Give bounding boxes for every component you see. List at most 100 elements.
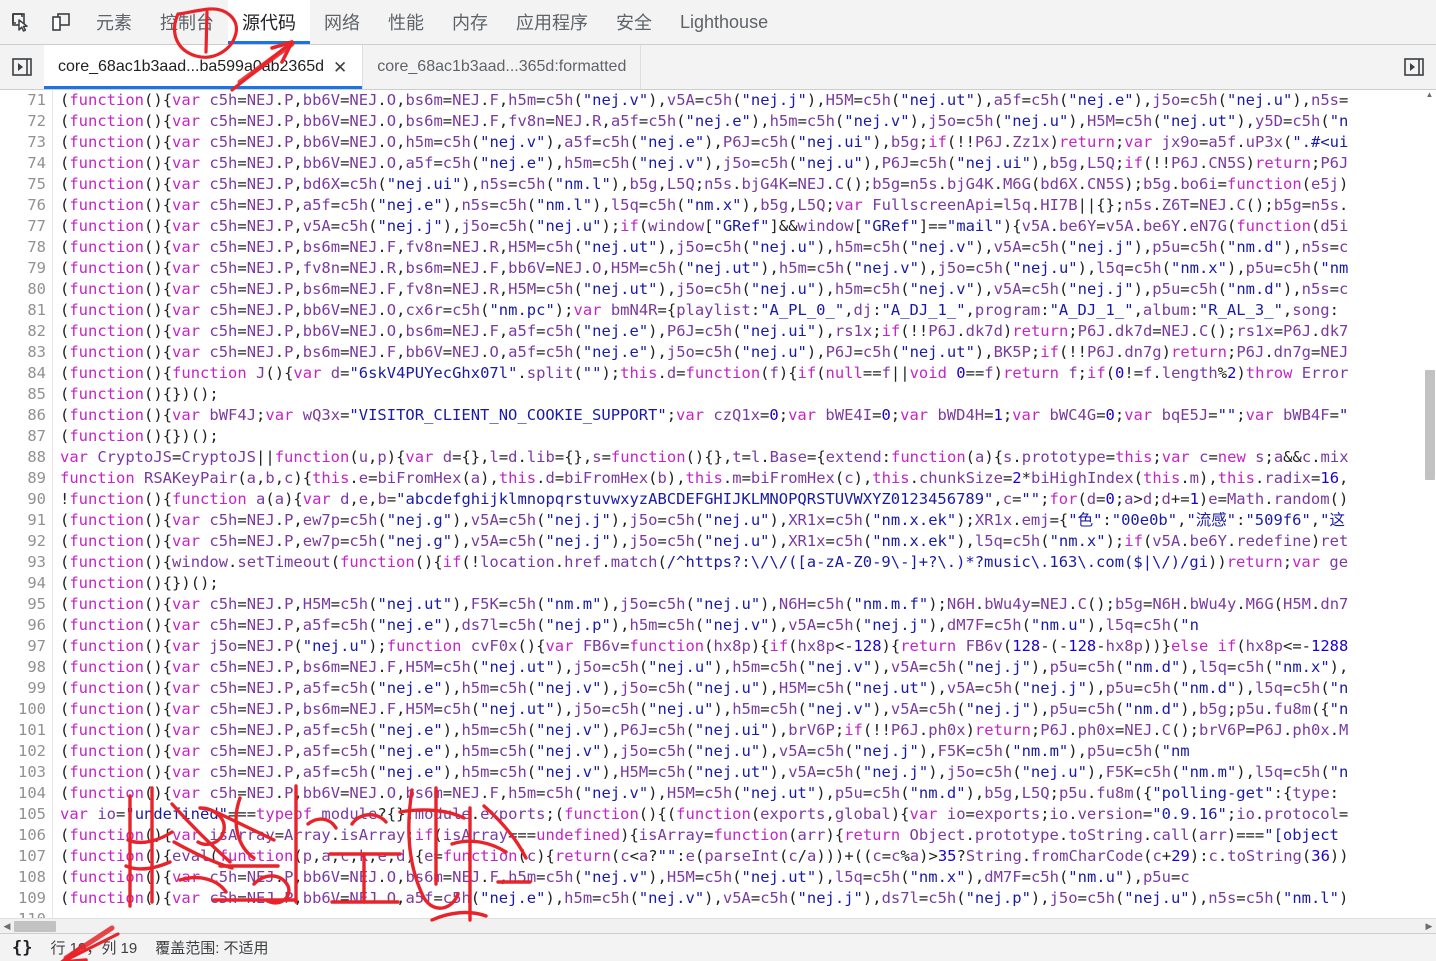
line-content[interactable]: (function(){var c5h=NEJ.P,bb6V=NEJ.O,bs6… [53, 111, 1436, 132]
line-number[interactable]: 104 [0, 783, 53, 804]
line-content[interactable]: (function(){var c5h=NEJ.P,bd6X=c5h("nej.… [53, 174, 1436, 195]
line-number[interactable]: 80 [0, 279, 53, 300]
line-content[interactable]: (function(){eval(function(p,a,c,k,e,d){e… [53, 846, 1436, 867]
line-content[interactable]: (function(){var c5h=NEJ.P,bb6V=NEJ.O,cx6… [53, 300, 1436, 321]
line-content[interactable]: (function(){var c5h=NEJ.P,bs6m=NEJ.F,fv8… [53, 237, 1436, 258]
line-number[interactable]: 99 [0, 678, 53, 699]
code-line[interactable]: 93 (function(){window.setTimeout(function… [0, 552, 1436, 573]
line-number[interactable]: 72 [0, 111, 53, 132]
line-number[interactable]: 109 [0, 888, 53, 909]
tab-performance[interactable]: 性能 [374, 0, 438, 44]
line-number[interactable]: 77 [0, 216, 53, 237]
code-line[interactable]: 81 (function(){var c5h=NEJ.P,bb6V=NEJ.O,c… [0, 300, 1436, 321]
line-content[interactable]: (function(){var c5h=NEJ.P,bb6V=NEJ.O,bs6… [53, 90, 1436, 111]
source-code-editor[interactable]: 71 (function(){var c5h=NEJ.P,bb6V=NEJ.O,b… [0, 90, 1436, 933]
tab-application[interactable]: 应用程序 [502, 0, 602, 44]
code-line[interactable]: 108 (function(){var c5h=NEJ.P,bb6V=NEJ.O,… [0, 867, 1436, 888]
line-content[interactable]: (function(){var c5h=NEJ.P,v5A=c5h("nej.j… [53, 216, 1436, 237]
line-number[interactable]: 91 [0, 510, 53, 531]
line-number[interactable]: 92 [0, 531, 53, 552]
horizontal-scrollbar[interactable]: ◀ ▶ [0, 918, 1436, 933]
line-number[interactable]: 100 [0, 699, 53, 720]
device-toolbar-icon[interactable] [46, 7, 76, 37]
tab-network[interactable]: 网络 [310, 0, 374, 44]
line-number[interactable]: 76 [0, 195, 53, 216]
code-line[interactable]: 85 (function(){})(); [0, 384, 1436, 405]
horizontal-scroll-thumb[interactable] [14, 920, 56, 932]
tab-sources[interactable]: 源代码 [228, 0, 310, 44]
line-number[interactable]: 81 [0, 300, 53, 321]
line-content[interactable]: (function(){var bWF4J;var wQ3x="VISITOR_… [53, 405, 1436, 426]
line-content[interactable]: (function(){var c5h=NEJ.P,bb6V=NEJ.O,bs6… [53, 867, 1436, 888]
line-content[interactable]: (function(){var j5o=NEJ.P("nej.u");funct… [53, 636, 1436, 657]
code-line[interactable]: 84 (function(){function J(){var d="6skV4P… [0, 363, 1436, 384]
line-number[interactable]: 83 [0, 342, 53, 363]
line-content[interactable]: (function(){var c5h=NEJ.P,bb6V=NEJ.O,a5f… [53, 153, 1436, 174]
line-content[interactable]: (function(){var c5h=NEJ.P,a5f=c5h("nej.e… [53, 720, 1436, 741]
code-lines-container[interactable]: 71 (function(){var c5h=NEJ.P,bb6V=NEJ.O,b… [0, 90, 1436, 918]
tab-lighthouse[interactable]: Lighthouse [666, 0, 782, 44]
line-number[interactable]: 78 [0, 237, 53, 258]
line-content[interactable]: (function(){var c5h=NEJ.P,bb6V=NEJ.O,bs6… [53, 321, 1436, 342]
line-content[interactable]: (function(){var c5h=NEJ.P,a5f=c5h("nej.e… [53, 762, 1436, 783]
code-line[interactable]: 103 (function(){var c5h=NEJ.P,a5f=c5h("ne… [0, 762, 1436, 783]
scroll-right-arrow-icon[interactable]: ▶ [1422, 921, 1436, 932]
line-number[interactable]: 90 [0, 489, 53, 510]
code-line[interactable]: 79 (function(){var c5h=NEJ.P,fv8n=NEJ.R,b… [0, 258, 1436, 279]
line-content[interactable]: (function(){var c5h=NEJ.P,H5M=c5h("nej.u… [53, 594, 1436, 615]
line-content[interactable]: (function(){var c5h=NEJ.P,fv8n=NEJ.R,bs6… [53, 258, 1436, 279]
line-content[interactable]: (function(){var c5h=NEJ.P,a5f=c5h("nej.e… [53, 615, 1436, 636]
line-content[interactable]: (function(){var c5h=NEJ.P,bb6V=NEJ.O,bs6… [53, 783, 1436, 804]
line-number[interactable]: 103 [0, 762, 53, 783]
line-number[interactable]: 85 [0, 384, 53, 405]
code-line[interactable]: 87 (function(){})(); [0, 426, 1436, 447]
line-content[interactable]: (function(){})(); [53, 426, 1436, 447]
vertical-scrollbar[interactable]: ▲ [1423, 90, 1436, 918]
line-content[interactable]: (function(){var isArray=Array.isArray;if… [53, 825, 1436, 846]
line-content[interactable]: (function(){var c5h=NEJ.P,ew7p=c5h("nej.… [53, 531, 1436, 552]
line-number[interactable]: 88 [0, 447, 53, 468]
line-content[interactable]: var io="undefined"===typeof module?{}:mo… [53, 804, 1436, 825]
line-content[interactable]: (function(){var c5h=NEJ.P,ew7p=c5h("nej.… [53, 510, 1436, 531]
line-number[interactable]: 74 [0, 153, 53, 174]
line-number[interactable]: 105 [0, 804, 53, 825]
show-navigator-icon[interactable] [0, 45, 44, 89]
line-content[interactable]: !function(){function a(a){var d,e,b="abc… [53, 489, 1436, 510]
line-number[interactable]: 107 [0, 846, 53, 867]
line-number[interactable]: 108 [0, 867, 53, 888]
line-content[interactable]: (function(){var c5h=NEJ.P,bs6m=NEJ.F,H5M… [53, 657, 1436, 678]
line-number[interactable]: 98 [0, 657, 53, 678]
code-line[interactable]: 78 (function(){var c5h=NEJ.P,bs6m=NEJ.F,f… [0, 237, 1436, 258]
code-line[interactable]: 106 (function(){var isArray=Array.isArray… [0, 825, 1436, 846]
file-tab-core-original[interactable]: core_68ac1b3aad...ba599a0ab2365d ✕ [44, 45, 364, 89]
code-line[interactable]: 100 (function(){var c5h=NEJ.P,bs6m=NEJ.F,… [0, 699, 1436, 720]
pretty-print-button[interactable]: {} [12, 938, 32, 958]
line-number[interactable]: 71 [0, 90, 53, 111]
code-line[interactable]: 92 (function(){var c5h=NEJ.P,ew7p=c5h("ne… [0, 531, 1436, 552]
line-content[interactable]: (function(){function J(){var d="6skV4PUY… [53, 363, 1436, 384]
line-number[interactable]: 73 [0, 132, 53, 153]
line-number[interactable]: 101 [0, 720, 53, 741]
code-line[interactable]: 98 (function(){var c5h=NEJ.P,bs6m=NEJ.F,H… [0, 657, 1436, 678]
show-debugger-icon[interactable] [1392, 45, 1436, 89]
line-number[interactable]: 89 [0, 468, 53, 489]
code-line[interactable]: 75 (function(){var c5h=NEJ.P,bd6X=c5h("ne… [0, 174, 1436, 195]
code-line[interactable]: 110 [0, 909, 1436, 918]
tab-security[interactable]: 安全 [602, 0, 666, 44]
code-line[interactable]: 109 (function(){var c5h=NEJ.P,bb6V=NEJ.O,… [0, 888, 1436, 909]
code-line[interactable]: 89 function RSAKeyPair(a,b,c){this.e=biFr… [0, 468, 1436, 489]
line-number[interactable]: 95 [0, 594, 53, 615]
code-line[interactable]: 76 (function(){var c5h=NEJ.P,a5f=c5h("nej… [0, 195, 1436, 216]
scroll-left-arrow-icon[interactable]: ◀ [0, 921, 14, 932]
code-line[interactable]: 94 (function(){})(); [0, 573, 1436, 594]
code-line[interactable]: 71 (function(){var c5h=NEJ.P,bb6V=NEJ.O,b… [0, 90, 1436, 111]
scroll-up-arrow-icon[interactable]: ▲ [1423, 90, 1436, 102]
code-line[interactable]: 77 (function(){var c5h=NEJ.P,v5A=c5h("nej… [0, 216, 1436, 237]
code-line[interactable]: 96 (function(){var c5h=NEJ.P,a5f=c5h("nej… [0, 615, 1436, 636]
code-line[interactable]: 95 (function(){var c5h=NEJ.P,H5M=c5h("nej… [0, 594, 1436, 615]
vertical-scroll-thumb[interactable] [1425, 370, 1435, 480]
tab-console[interactable]: 控制台 [146, 0, 228, 44]
code-line[interactable]: 107 (function(){eval(function(p,a,c,k,e,d… [0, 846, 1436, 867]
line-number[interactable]: 94 [0, 573, 53, 594]
line-content[interactable]: var CryptoJS=CryptoJS||function(u,p){var… [53, 447, 1436, 468]
